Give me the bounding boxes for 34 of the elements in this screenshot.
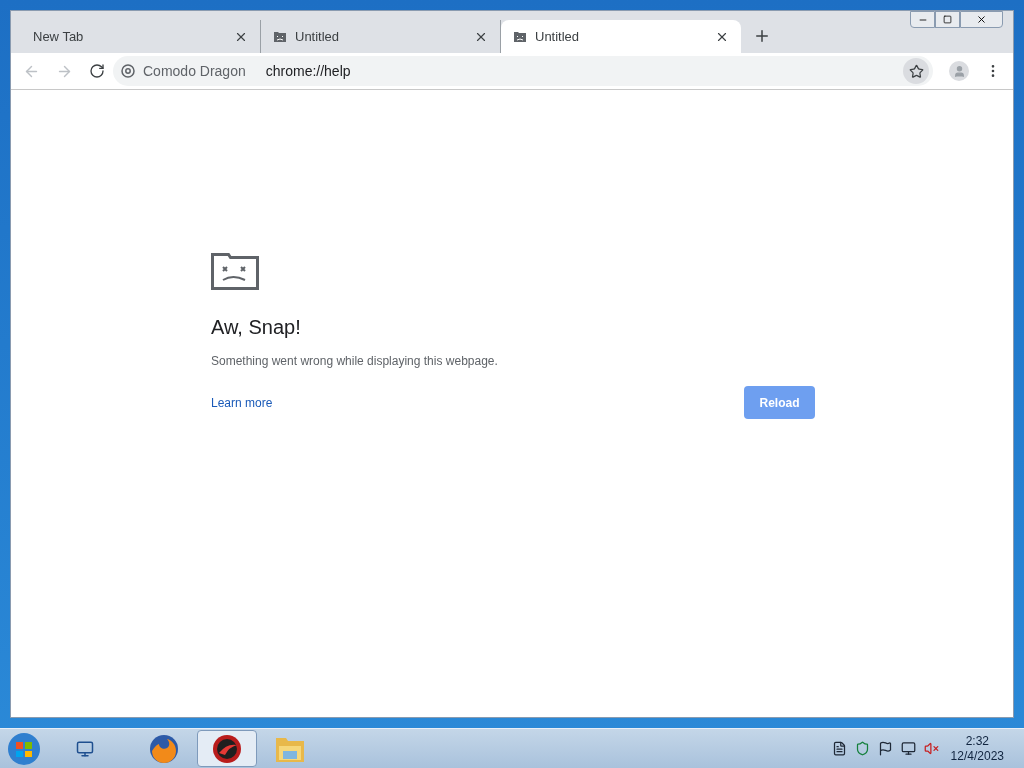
windows-logo-icon — [7, 731, 41, 766]
flag-icon[interactable] — [877, 741, 893, 756]
minimize-button[interactable] — [910, 11, 935, 28]
site-label: Comodo Dragon — [143, 61, 246, 81]
clock-date: 12/4/2023 — [950, 748, 1004, 764]
clock[interactable]: 2:32 12/4/2023 — [950, 733, 1004, 764]
maximize-icon — [943, 15, 952, 24]
muted-speaker-icon[interactable] — [923, 741, 939, 756]
tab-title: New Tab — [33, 27, 85, 46]
firefox-icon — [148, 732, 180, 765]
address-bar[interactable]: Comodo Dragon chrome://help — [113, 56, 933, 86]
sad-folder-icon — [273, 30, 287, 43]
sad-folder-icon — [513, 30, 527, 43]
profile-icon[interactable] — [949, 61, 969, 81]
error-message: Something went wrong while displaying this webpage. — [211, 353, 499, 370]
url-text: chrome://help — [265, 61, 352, 81]
shield-icon[interactable] — [854, 741, 870, 756]
taskbar-app[interactable] — [197, 730, 257, 767]
tab-title: Untitled — [295, 27, 341, 46]
learn-more-link[interactable]: Learn more — [211, 393, 273, 412]
error-heading: Aw, Snap! — [211, 315, 302, 340]
tab-title: Untitled — [535, 27, 581, 46]
browser-tab[interactable]: Untitled — [501, 20, 741, 53]
sad-folder-icon — [211, 250, 259, 290]
clock-time: 2:32 — [965, 733, 989, 749]
reload-icon[interactable] — [89, 63, 105, 79]
network-icon[interactable] — [900, 741, 916, 756]
close-button[interactable] — [960, 11, 1003, 28]
document-icon[interactable] — [831, 741, 847, 756]
maximize-button[interactable] — [935, 11, 960, 28]
new-tab-icon[interactable] — [753, 27, 771, 45]
dragon-logo-icon — [211, 732, 243, 765]
close-icon — [976, 14, 987, 25]
desktop-icon[interactable] — [76, 739, 94, 758]
